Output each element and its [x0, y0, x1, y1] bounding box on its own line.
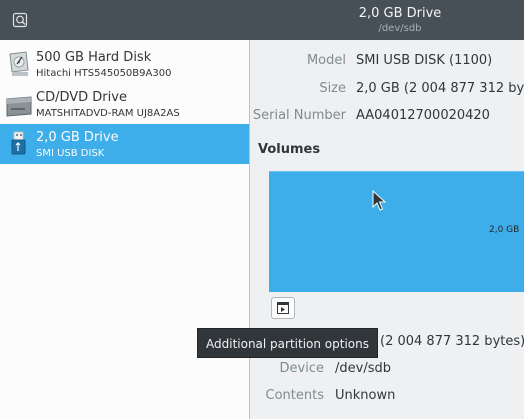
drive-details-panel: Model SMI USB DISK (1100) Size 2,0 GB (2… [250, 40, 524, 419]
model-value: SMI USB DISK (1100) [356, 53, 493, 68]
volume-size-label: 2,0 GB [489, 225, 520, 235]
drive-model: SMI USB DISK [36, 148, 105, 159]
drive-model: Hitachi HTS545050B9A300 [36, 68, 172, 79]
optical-drive-icon [6, 90, 32, 118]
drive-item-hard-disk[interactable]: 500 GB Hard Disk Hitachi HTS545050B9A300 [0, 44, 249, 84]
size-value: 2,0 GB (2 004 877 312 bytes) [356, 81, 524, 96]
drive-name: 2,0 GB Drive [36, 130, 119, 145]
size-label: Size [319, 81, 346, 96]
mouse-pointer-icon [372, 189, 387, 212]
title-bar: 2,0 GB Drive /dev/sdb [0, 0, 524, 40]
volume-bar[interactable]: 2,0 GB [269, 171, 524, 292]
drive-item-usb[interactable]: 2,0 GB Drive SMI USB DISK [0, 124, 249, 164]
contents-label: Contents [265, 388, 324, 403]
disks-icon[interactable] [12, 12, 28, 28]
volume-size-value: (2 004 877 312 bytes) [380, 334, 524, 349]
device-label: Device [279, 361, 324, 376]
drive-model: MATSHITADVD-RAM UJ8A2AS [36, 108, 180, 119]
volumes-heading: Volumes [258, 142, 321, 157]
partition-options-tooltip: Additional partition options [197, 328, 378, 358]
partition-options-button[interactable] [271, 297, 295, 319]
harddisk-icon [6, 50, 32, 78]
usb-drive-icon [6, 130, 32, 158]
drive-name: CD/DVD Drive [36, 90, 127, 105]
device-value: /dev/sdb [335, 361, 391, 376]
window-subtitle: /dev/sdb [378, 23, 422, 34]
model-label: Model [306, 53, 346, 68]
drive-name: 500 GB Hard Disk [36, 50, 152, 65]
drive-item-cd-dvd[interactable]: CD/DVD Drive MATSHITADVD-RAM UJ8A2AS [0, 84, 249, 124]
serial-number-value: AA04012700020420 [356, 108, 490, 123]
serial-number-label: Serial Number [252, 108, 346, 123]
drive-list: 500 GB Hard Disk Hitachi HTS545050B9A300… [0, 40, 250, 419]
window-title: 2,0 GB Drive [358, 6, 442, 21]
contents-value: Unknown [335, 388, 396, 403]
